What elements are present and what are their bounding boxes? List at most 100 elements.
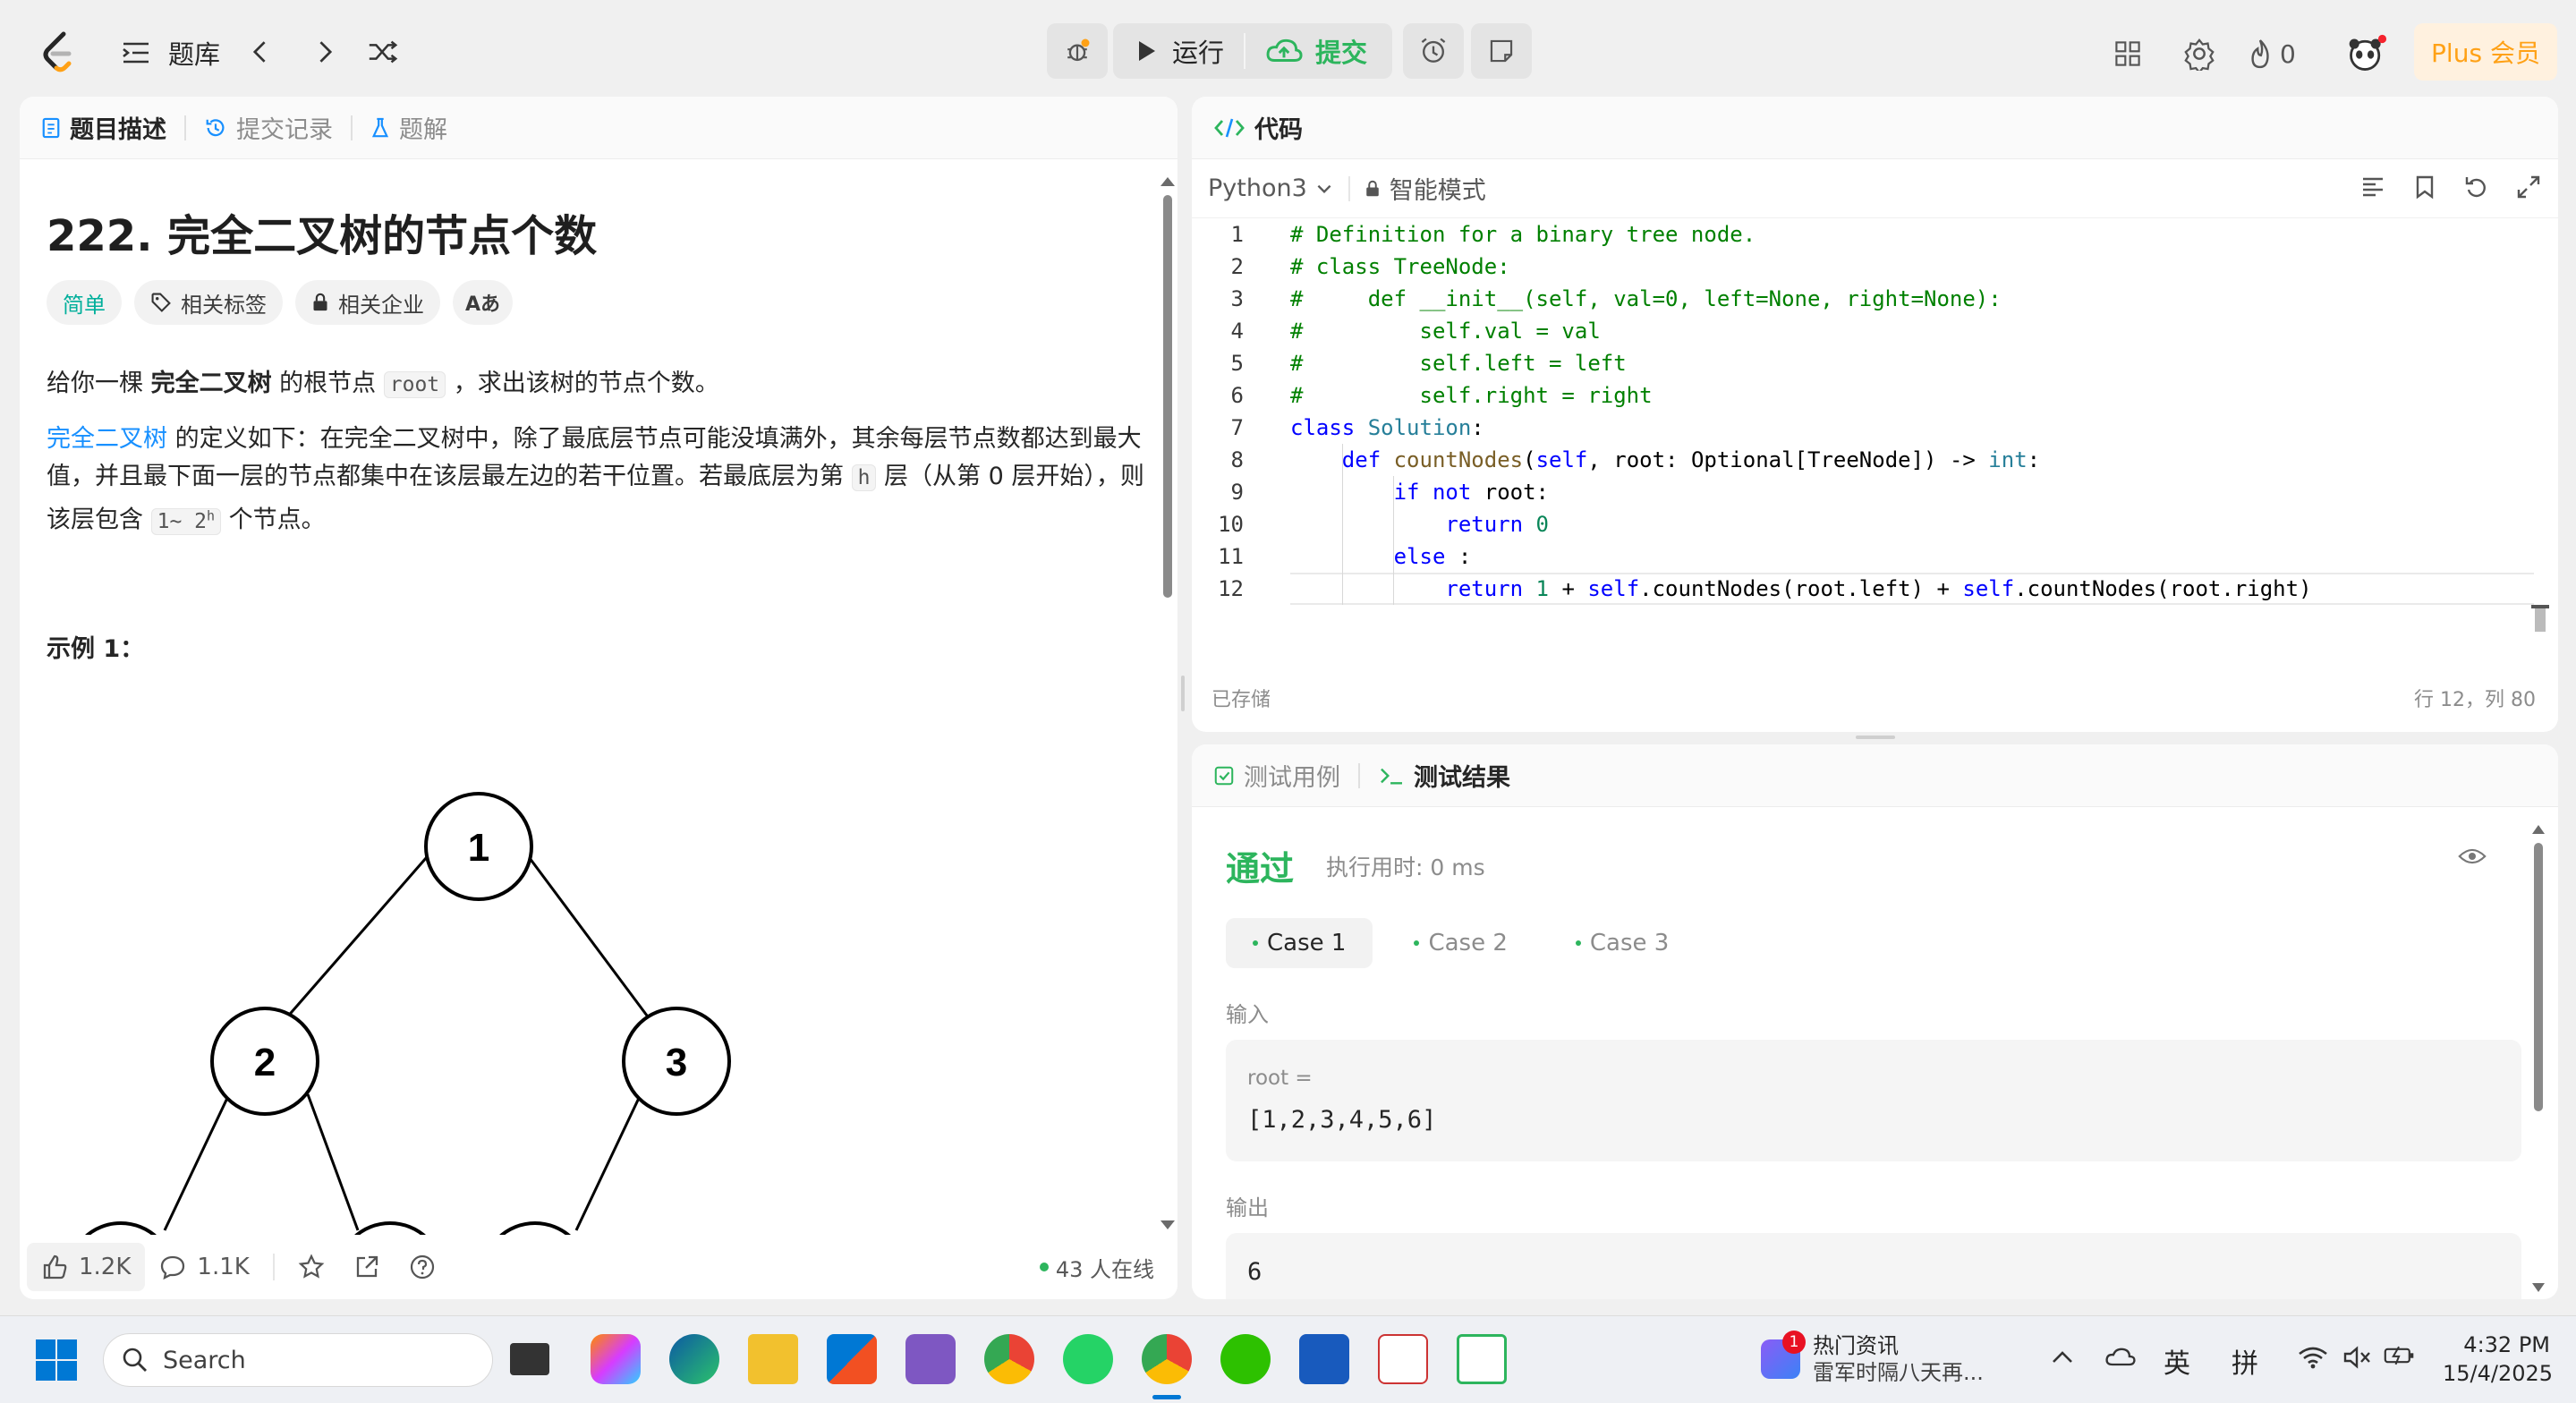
tab-solutions[interactable]: 题解 bbox=[370, 110, 465, 145]
code-line: 9 if not root: bbox=[1230, 480, 1549, 505]
remote-desktop-icon[interactable] bbox=[1457, 1334, 1507, 1384]
volume-muted-icon[interactable] bbox=[2342, 1345, 2373, 1370]
layout-grid-icon bbox=[2115, 41, 2140, 66]
news-title: 热门资讯 bbox=[1813, 1333, 1899, 1358]
sdk-app-icon[interactable] bbox=[1378, 1334, 1428, 1384]
online-dot-icon bbox=[1039, 1263, 1049, 1271]
horizontal-splitter-handle[interactable] bbox=[1856, 736, 1895, 739]
chrome-icon[interactable] bbox=[984, 1334, 1034, 1384]
news-badge: 1 bbox=[1782, 1331, 1806, 1354]
tree-node-label: 1 bbox=[468, 826, 489, 870]
tab-testcases[interactable]: 测试用例 bbox=[1213, 758, 1358, 793]
streak-counter[interactable]: 0 bbox=[2248, 34, 2296, 73]
leetcode-logo-icon[interactable] bbox=[36, 27, 81, 77]
tab-description-label: 题目描述 bbox=[70, 116, 166, 144]
case-tab-2[interactable]: Case 2 bbox=[1387, 918, 1534, 968]
difficulty-badge: 简单 bbox=[47, 280, 122, 325]
statement-text-d: ，求出该树的节点个数。 bbox=[446, 370, 719, 397]
company-tags-button[interactable]: 相关企业 bbox=[295, 280, 440, 325]
problem-bank-button[interactable]: 题库 bbox=[118, 30, 220, 75]
next-problem-button[interactable] bbox=[306, 34, 342, 70]
code-line: 1 # Definition for a binary tree node. bbox=[1230, 222, 1756, 247]
news-icon: 1 bbox=[1761, 1331, 1806, 1379]
tab-code[interactable]: 代码 bbox=[1213, 110, 1321, 145]
windows-start-icon[interactable] bbox=[34, 1338, 79, 1382]
result-scrollbar[interactable] bbox=[2528, 816, 2549, 1299]
copilot-icon[interactable] bbox=[591, 1334, 641, 1384]
like-button[interactable]: 1.2K bbox=[27, 1243, 146, 1291]
clock[interactable]: 4:32 PM 15/4/2025 bbox=[2443, 1331, 2553, 1388]
favorite-button[interactable] bbox=[284, 1243, 339, 1291]
wifi-icon[interactable] bbox=[2298, 1345, 2328, 1370]
case-tab-3[interactable]: Case 3 bbox=[1549, 918, 1696, 968]
help-button[interactable] bbox=[395, 1243, 450, 1291]
word-icon[interactable] bbox=[1299, 1334, 1349, 1384]
taskbar-search-box[interactable]: Search bbox=[103, 1333, 493, 1387]
ime-pinyin-indicator[interactable]: 拼 bbox=[2232, 1341, 2258, 1381]
prev-problem-button[interactable] bbox=[243, 34, 279, 70]
code-line: 6 # self.right = right bbox=[1230, 383, 1653, 408]
flask-icon bbox=[371, 117, 389, 137]
microsoft-store-icon[interactable] bbox=[827, 1334, 877, 1384]
layout-button[interactable] bbox=[2108, 34, 2147, 73]
tab-submissions[interactable]: 提交记录 bbox=[204, 110, 351, 145]
code-line: 12 return 1 + self.countNodes(root.left)… bbox=[1218, 576, 2312, 601]
submit-button[interactable]: 提交 bbox=[1245, 23, 1387, 79]
language-select[interactable]: Python3 bbox=[1208, 174, 1334, 202]
bookmark-icon[interactable] bbox=[2411, 174, 2438, 200]
eye-icon[interactable] bbox=[2458, 846, 2487, 866]
left-scrollbar[interactable] bbox=[1156, 168, 1177, 1299]
reset-icon[interactable] bbox=[2463, 174, 2490, 200]
topic-tags-button[interactable]: 相关标签 bbox=[134, 280, 283, 325]
format-align-icon[interactable] bbox=[2359, 174, 2386, 200]
output-value: 6 bbox=[1247, 1258, 1262, 1286]
star-icon bbox=[298, 1254, 325, 1279]
translate-icon: Aあ bbox=[465, 293, 501, 316]
tab-test-result[interactable]: 测试结果 bbox=[1378, 758, 1528, 793]
cloud-upload-icon bbox=[1266, 38, 1303, 62]
chevron-up-icon[interactable] bbox=[2051, 1348, 2074, 1366]
tab-description[interactable]: 题目描述 bbox=[41, 110, 184, 145]
edge-3-6 bbox=[574, 1093, 642, 1231]
comments-button[interactable]: 1.1K bbox=[145, 1243, 263, 1291]
runtime-text: 执行用时: 0 ms bbox=[1326, 855, 1485, 880]
complete-binary-tree-link[interactable]: 完全二叉树 bbox=[47, 425, 167, 453]
task-view-icon[interactable] bbox=[510, 1343, 549, 1375]
chrome-active-icon[interactable] bbox=[1142, 1334, 1192, 1384]
clock-time: 4:32 PM bbox=[2463, 1332, 2550, 1357]
user-avatar[interactable] bbox=[2344, 32, 2389, 77]
ime-english-indicator[interactable]: 英 bbox=[2164, 1341, 2190, 1381]
news-widget[interactable]: 1 热门资讯 雷军时隔八天再... bbox=[1761, 1331, 1984, 1386]
notes-button[interactable] bbox=[1471, 23, 1532, 79]
whatsapp-icon[interactable] bbox=[1063, 1334, 1113, 1384]
like-count: 1.2K bbox=[79, 1254, 132, 1280]
timer-button[interactable] bbox=[1403, 23, 1464, 79]
visual-studio-icon[interactable] bbox=[905, 1334, 956, 1384]
lock-icon bbox=[1366, 180, 1379, 196]
translate-button[interactable]: Aあ bbox=[453, 280, 514, 325]
battery-charging-icon[interactable] bbox=[2384, 1343, 2416, 1368]
plus-membership-button[interactable]: Plus 会员 bbox=[2414, 23, 2557, 81]
debug-button[interactable] bbox=[1047, 23, 1108, 79]
onedrive-cloud-icon[interactable] bbox=[2104, 1345, 2137, 1368]
tab-solutions-label: 题解 bbox=[399, 116, 447, 144]
code-editor[interactable]: 1 # Definition for a binary tree node. 2 #… bbox=[1192, 218, 2558, 632]
share-button[interactable] bbox=[339, 1243, 395, 1291]
vertical-splitter-handle[interactable] bbox=[1181, 676, 1185, 711]
edge-browser-icon[interactable] bbox=[669, 1334, 719, 1384]
shuffle-icon bbox=[369, 40, 398, 64]
fullscreen-icon[interactable] bbox=[2515, 174, 2542, 200]
run-label: 运行 bbox=[1172, 38, 1225, 68]
tree-node: 3 bbox=[622, 1007, 731, 1116]
file-explorer-icon[interactable] bbox=[748, 1334, 798, 1384]
comment-count: 1.1K bbox=[197, 1254, 250, 1280]
alarm-clock-icon bbox=[1421, 38, 1446, 63]
settings-button[interactable] bbox=[2180, 34, 2219, 73]
case-tab-1[interactable]: Case 1 bbox=[1226, 918, 1373, 968]
smart-mode-toggle[interactable]: 智能模式 bbox=[1365, 171, 1486, 206]
run-button[interactable]: 运行 bbox=[1113, 23, 1244, 79]
tag-row: 简单 相关标签 相关企业 Aあ bbox=[47, 280, 514, 325]
wechat-icon[interactable] bbox=[1220, 1334, 1271, 1384]
gear-icon bbox=[2184, 38, 2215, 71]
random-problem-button[interactable] bbox=[363, 34, 403, 70]
